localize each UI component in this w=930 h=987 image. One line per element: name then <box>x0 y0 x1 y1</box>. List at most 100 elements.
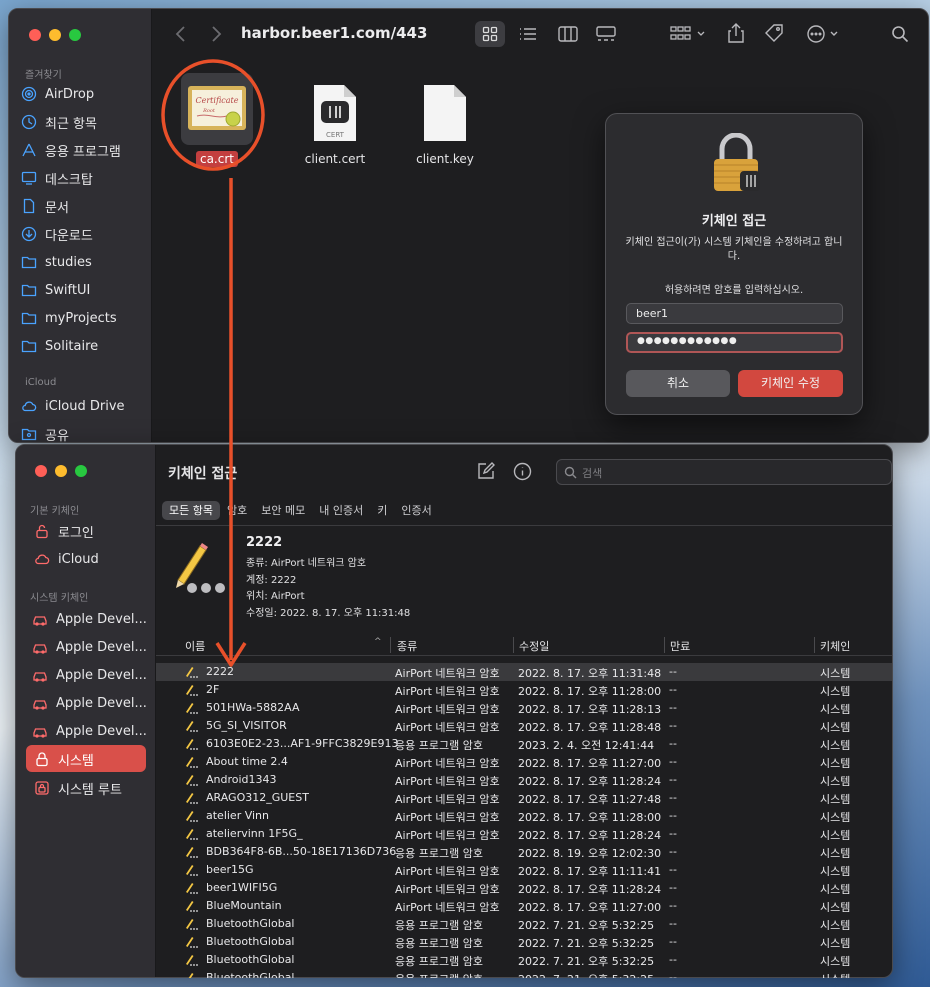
car-icon <box>33 728 47 738</box>
column-view-icon[interactable] <box>558 26 578 42</box>
password-item-icon <box>186 829 198 840</box>
cell-modified: 2022. 8. 17. 오후 11:27:48 <box>518 793 662 806</box>
sidebar-item-apple-devel-1[interactable]: Apple Devel... <box>32 608 147 630</box>
table-row[interactable]: 501HWa-5882AA AirPort 네트워크 암호 2022. 8. 17.… <box>156 699 892 717</box>
detail-kind: 종류: AirPort 네트워크 암호 <box>246 558 367 569</box>
cancel-button[interactable]: 취소 <box>626 370 730 397</box>
search-field[interactable]: 검색 <box>556 459 892 485</box>
sidebar-item-desktop[interactable]: 데스크탑 <box>21 167 93 189</box>
table-row[interactable]: atelier Vinn AirPort 네트워크 암호 2022. 8. 17. … <box>156 807 892 825</box>
minimize-button[interactable] <box>49 29 61 41</box>
category-tabs: 모든 항목 암호 보안 메모 내 인증서 키 인증서 <box>162 501 439 520</box>
password-field[interactable]: ●●●●●●●●●●●● <box>626 332 843 353</box>
table-row[interactable]: beer15G AirPort 네트워크 암호 2022. 8. 17. 오후 11… <box>156 861 892 879</box>
sidebar-item-system-roots[interactable]: 시스템 루트 <box>34 777 122 799</box>
file-client-key[interactable]: client.key <box>405 83 485 166</box>
sidebar-item-swiftui[interactable]: SwiftUI <box>21 279 90 301</box>
sidebar-item-solitaire[interactable]: Solitaire <box>21 335 98 357</box>
table-row[interactable]: BDB364F8-6B...50-18E17136D736 응용 프로그램 암호 2… <box>156 843 892 861</box>
table-row[interactable]: BluetoothGlobal 응용 프로그램 암호 2022. 7. 21. 오후… <box>156 915 892 933</box>
username-field[interactable]: beer1 <box>626 303 843 324</box>
icon-view-button[interactable] <box>475 21 505 47</box>
cell-expires: -- <box>669 935 677 948</box>
sidebar-item-studies[interactable]: studies <box>21 251 92 273</box>
sidebar-item-label: studies <box>45 254 92 270</box>
password-item-icon <box>176 543 225 593</box>
cell-name: atelier Vinn <box>206 809 270 822</box>
close-button[interactable] <box>29 29 41 41</box>
table-row[interactable]: About time 2.4 AirPort 네트워크 암호 2022. 8. 17… <box>156 753 892 771</box>
table-row[interactable]: ARAGO312_GUEST AirPort 네트워크 암호 2022. 8. 17… <box>156 789 892 807</box>
close-button[interactable] <box>35 465 47 477</box>
cell-kind: 응용 프로그램 암호 <box>395 971 483 978</box>
table-row[interactable]: BluetoothGlobal 응용 프로그램 암호 2022. 7. 21. 오후… <box>156 933 892 951</box>
more-actions-icon[interactable] <box>806 24 844 44</box>
column-expires[interactable]: 만료 <box>670 638 690 654</box>
group-by-icon[interactable] <box>670 26 708 42</box>
lock-icon <box>714 133 760 191</box>
cell-modified: 2022. 8. 19. 오후 12:02:30 <box>518 847 662 860</box>
cell-name: beer15G <box>206 863 254 876</box>
unlock-icon <box>36 524 48 539</box>
info-icon[interactable] <box>513 462 532 481</box>
tab-all-items[interactable]: 모든 항목 <box>162 501 220 520</box>
sidebar-item-applications[interactable]: 응용 프로그램 <box>21 139 121 161</box>
sidebar-item-apple-devel-4[interactable]: Apple Devel... <box>32 692 147 714</box>
sidebar-item-icloud[interactable]: iCloud <box>34 548 99 570</box>
sidebar-item-documents[interactable]: 문서 <box>21 195 69 217</box>
table-row[interactable]: 6103E0E2-23...AF1-9FFC3829E913 응용 프로그램 암호… <box>156 735 892 753</box>
table-row[interactable]: Android1343 AirPort 네트워크 암호 2022. 8. 17. 오… <box>156 771 892 789</box>
sidebar-item-downloads[interactable]: 다운로드 <box>21 223 93 245</box>
search-icon[interactable] <box>891 25 909 43</box>
table-row[interactable]: ateliervinn 1F5G_ AirPort 네트워크 암호 2022. 8.… <box>156 825 892 843</box>
share-icon[interactable] <box>727 22 745 44</box>
sidebar-item-airdrop[interactable]: AirDrop <box>21 83 94 105</box>
table-row[interactable]: 5G_SI_VISITOR AirPort 네트워크 암호 2022. 8. 17.… <box>156 717 892 735</box>
window-controls <box>29 29 81 41</box>
minimize-button[interactable] <box>55 465 67 477</box>
cell-keychain: 시스템 <box>820 955 851 968</box>
tag-icon[interactable] <box>764 23 786 43</box>
zoom-button[interactable] <box>69 29 81 41</box>
table-row[interactable]: BluetoothGlobal 응용 프로그램 암호 2022. 7. 21. 오후… <box>156 951 892 969</box>
table-row[interactable]: beer1WIFI5G AirPort 네트워크 암호 2022. 8. 17. 오… <box>156 879 892 897</box>
column-kind[interactable]: 종류 <box>397 638 417 654</box>
tab-my-certificates[interactable]: 내 인증서 <box>312 501 370 520</box>
zoom-button[interactable] <box>75 465 87 477</box>
sidebar-item-myprojects[interactable]: myProjects <box>21 307 117 329</box>
back-icon[interactable] <box>174 25 188 43</box>
column-keychain[interactable]: 키체인 <box>820 638 850 654</box>
tab-passwords[interactable]: 암호 <box>220 501 254 520</box>
cell-expires: -- <box>669 665 677 678</box>
sidebar-item-label: 문서 <box>45 200 69 216</box>
table-row[interactable]: 2F AirPort 네트워크 암호 2022. 8. 17. 오후 11:28:0… <box>156 681 892 699</box>
cell-expires: -- <box>669 755 677 768</box>
sidebar-item-icloud-drive[interactable]: iCloud Drive <box>21 395 125 417</box>
column-name[interactable]: 이름 <box>185 638 205 654</box>
new-item-icon[interactable] <box>477 462 495 480</box>
forward-icon[interactable] <box>209 25 223 43</box>
tab-keys[interactable]: 키 <box>370 501 394 520</box>
table-row[interactable]: BluetoothGlobal 응용 프로그램 암호 2022. 7. 21. 오후… <box>156 969 892 978</box>
sidebar-item-apple-devel-2[interactable]: Apple Devel... <box>32 636 147 658</box>
sidebar-item-apple-devel-3[interactable]: Apple Devel... <box>32 664 147 686</box>
sidebar-item-apple-devel-5[interactable]: Apple Devel... <box>32 720 147 742</box>
table-row[interactable]: BlueMountain AirPort 네트워크 암호 2022. 8. 17. … <box>156 897 892 915</box>
cell-modified: 2022. 8. 17. 오후 11:27:00 <box>518 757 662 770</box>
modify-keychain-button[interactable]: 키체인 수정 <box>738 370 843 397</box>
gallery-view-icon[interactable] <box>596 26 616 42</box>
cell-modified: 2023. 2. 4. 오전 12:41:44 <box>518 739 655 752</box>
table-row[interactable]: 2222 AirPort 네트워크 암호 2022. 8. 17. 오후 11:31… <box>156 663 892 681</box>
file-ca-crt[interactable]: Certificate Root ca.crt <box>181 73 253 167</box>
sidebar-item-shared[interactable]: 공유 <box>21 423 69 442</box>
column-modified[interactable]: 수정일 <box>519 638 549 654</box>
sidebar-item-recents[interactable]: 최근 항목 <box>21 111 97 133</box>
list-view-icon[interactable] <box>519 26 537 42</box>
file-client-cert[interactable]: CERT client.cert <box>295 83 375 166</box>
tab-secure-notes[interactable]: 보안 메모 <box>254 501 312 520</box>
sort-ascending-icon[interactable]: ^ <box>374 637 382 647</box>
sidebar-item-login[interactable]: 로그인 <box>34 520 94 542</box>
cell-expires: -- <box>669 971 677 978</box>
tab-certificates[interactable]: 인증서 <box>394 501 438 520</box>
sidebar-item-system[interactable]: 시스템 <box>34 748 94 770</box>
